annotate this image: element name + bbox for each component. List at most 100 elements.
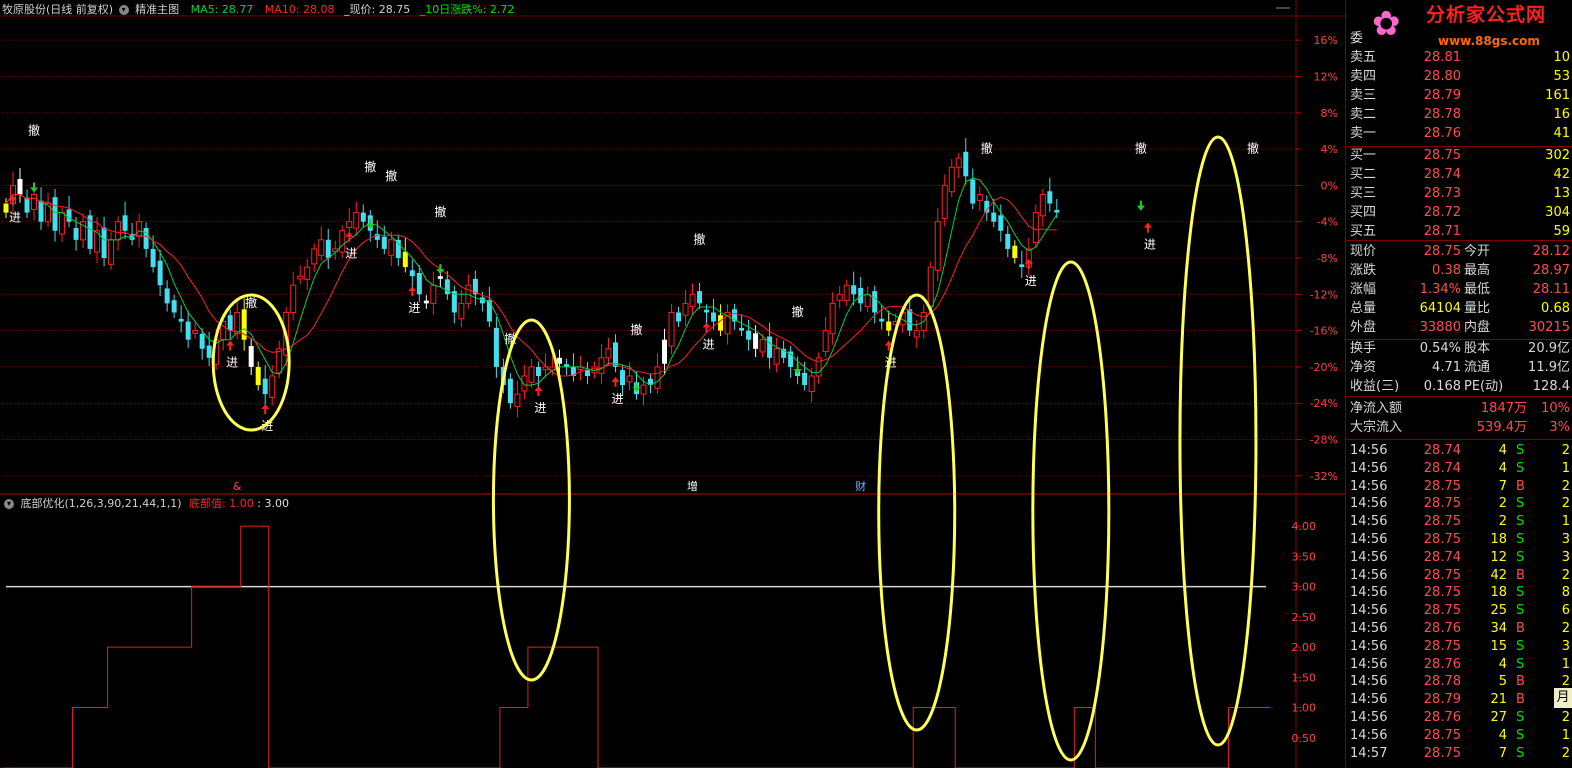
divider: [1346, 240, 1572, 241]
candle-body: [521, 375, 528, 392]
tick-row-cell: 14:56: [1350, 692, 1388, 708]
tick-row: 14:56 28.75 25 S 6: [1346, 602, 1572, 620]
stat2-row-cell: 换手: [1350, 341, 1377, 356]
stat-row-cell: 28.12: [1532, 244, 1570, 259]
candle-body: [767, 336, 773, 358]
tick-row-cell: S: [1516, 460, 1525, 476]
sell-label: 撤: [245, 295, 257, 310]
indicator-name[interactable]: 精准主图: [135, 3, 179, 16]
bid-row-cell: 28.75: [1423, 148, 1461, 163]
bid-row-cell: 买四: [1350, 205, 1377, 220]
bid-row: 买一 28.75 302: [1346, 147, 1572, 165]
stat-row-cell: 0.38: [1432, 263, 1461, 278]
stat2-row-cell: 20.9亿: [1528, 341, 1570, 356]
ask-row-cell: 卖一: [1350, 126, 1377, 141]
bottom-value-line: [2, 525, 1271, 768]
price-label: _现价: 28.75: [344, 3, 411, 16]
candle-body: [886, 321, 892, 331]
candle-body: [325, 239, 331, 258]
buy-arrow-icon: [702, 322, 711, 333]
stat2-row: 净资 4.71 流通 11.9亿: [1346, 359, 1572, 377]
candle-body: [948, 166, 955, 193]
candle-body: [1039, 193, 1046, 217]
period-button[interactable]: 月: [1554, 688, 1572, 708]
tick-row-cell: 28.75: [1423, 567, 1461, 583]
sub-indicator-name[interactable]: 底部优化(1,26,3,90,21,44,1,1): [21, 497, 182, 510]
tick-row-cell: 14:56: [1350, 478, 1388, 494]
sell-arrow-icon: [30, 182, 39, 193]
candle-body: [1005, 233, 1011, 249]
tick-row-cell: S: [1516, 585, 1525, 601]
tick-row-cell: 27: [1490, 710, 1507, 725]
flow-row-cell: 10%: [1541, 401, 1570, 416]
stat-row-cell: 最高: [1464, 263, 1491, 278]
tick-row: 14:56 28.75 2 S 2: [1346, 495, 1572, 513]
tick-row-cell: 2: [1498, 496, 1507, 512]
bid-row-cell: 买二: [1350, 167, 1377, 182]
tick-row-cell: 3: [1561, 532, 1570, 547]
stat-row-cell: 外盘: [1350, 320, 1377, 335]
tick-row-cell: 7: [1498, 745, 1507, 761]
ask-row-cell: 28.80: [1423, 69, 1461, 84]
ask-row: 卖三 28.79 161: [1346, 87, 1572, 105]
tick-row-cell: 4: [1498, 460, 1507, 476]
buy-label: 进: [611, 392, 623, 406]
stat-row-cell: 现价: [1350, 244, 1377, 259]
flow-row: 净流入额 1847万 10%: [1346, 400, 1572, 418]
tick-row: 14:56 28.76 27 S 2: [1346, 709, 1572, 727]
y-tick-label: -20%: [1310, 361, 1338, 374]
ask-row-cell: 28.76: [1423, 126, 1461, 141]
buy-label: 进: [9, 210, 21, 224]
sub-y-tick-label: 3.00: [1292, 581, 1317, 594]
flow-row-cell: 539.4万: [1476, 420, 1527, 435]
buy-arrow-icon: [408, 286, 417, 297]
candle-body: [486, 300, 492, 322]
bid-row-cell: 28.73: [1423, 186, 1461, 201]
tick-row-cell: 28.75: [1423, 585, 1461, 601]
tick-row: 14:56 28.75 4 S 1: [1346, 727, 1572, 745]
tick-row-cell: 28.76: [1423, 710, 1461, 725]
candle-body: [381, 236, 387, 249]
tick-row-cell: 5: [1498, 674, 1507, 690]
ask-row-cell: 卖三: [1350, 88, 1377, 103]
stat-row-cell: 总量: [1350, 301, 1377, 316]
tick-row-cell: 14:56: [1350, 514, 1388, 530]
ask-row-cell: 16: [1553, 107, 1570, 122]
candle-body: [409, 270, 415, 277]
tick-row-cell: 14:56: [1350, 638, 1388, 654]
candle-body: [704, 309, 710, 313]
stock-title[interactable]: 牧原股份(日线 前复权): [2, 3, 113, 16]
tick-row-cell: 1: [1561, 727, 1570, 743]
candle-body: [941, 184, 948, 220]
tick-row-cell: 28.79: [1423, 692, 1461, 708]
chevron-down-icon[interactable]: ▾: [4, 499, 14, 509]
candle-body: [437, 276, 443, 279]
event-marker: 财: [855, 479, 866, 493]
tick-row-cell: 25: [1490, 603, 1507, 619]
tick-row-cell: S: [1516, 603, 1525, 619]
bid-row: 买四 28.72 304: [1346, 204, 1572, 222]
candle-body: [262, 378, 268, 395]
sub-y-tick-label: 2.00: [1292, 641, 1317, 654]
candle-body: [718, 315, 724, 331]
candle-body: [164, 288, 170, 304]
tick-row-cell: S: [1516, 727, 1525, 743]
sell-label: 撤: [28, 122, 40, 137]
flow-row-cell: 1847万: [1480, 401, 1527, 416]
candle-body: [45, 203, 52, 223]
event-marker: &: [233, 480, 242, 493]
tick-row: 14:56 28.75 18 S 3: [1346, 531, 1572, 549]
chevron-down-icon[interactable]: ▾: [118, 5, 129, 15]
tick-row: 14:56 28.75 42 B 2: [1346, 567, 1572, 585]
sub-y-tick-label: 1.00: [1292, 702, 1317, 715]
candle-body: [304, 266, 311, 280]
candle-body: [206, 345, 212, 358]
sell-arrow-icon: [793, 364, 802, 374]
candles[interactable]: [3, 138, 1060, 418]
ask-row: 卖二 28.78 16: [1346, 106, 1572, 124]
stat-row: 总量 64104 量比 0.68: [1346, 300, 1572, 318]
stat-row: 涨跌 0.38 最高 28.97: [1346, 262, 1572, 280]
candle-body: [605, 348, 612, 359]
candle-body: [255, 366, 261, 386]
tick-row-cell: S: [1516, 514, 1525, 530]
